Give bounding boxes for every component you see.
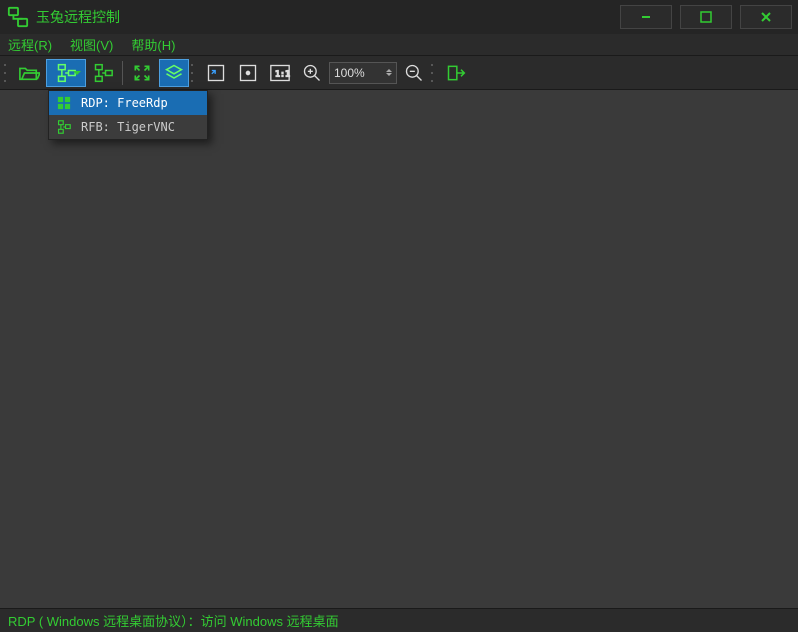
network-icon	[55, 120, 73, 134]
close-button[interactable]	[740, 5, 792, 29]
dropdown-item-label: RDP: FreeRdp	[81, 96, 168, 110]
toolbar-grip	[191, 61, 197, 85]
minimize-button[interactable]	[620, 5, 672, 29]
toolbar-separator	[122, 61, 123, 85]
menu-view[interactable]: 视图(V)	[70, 35, 113, 54]
dropdown-item-label: RFB: TigerVNC	[81, 120, 175, 134]
actual-size-button[interactable]	[233, 59, 263, 87]
layers-button[interactable]	[159, 59, 189, 87]
window-controls	[620, 5, 792, 29]
zoom-input[interactable]: 100%	[329, 62, 397, 84]
app-icon	[6, 5, 30, 29]
titlebar: 玉兔远程控制	[0, 0, 798, 34]
menu-remote[interactable]: 远程(R)	[8, 35, 52, 54]
content-area: RDP: FreeRdp RFB: TigerVNC	[0, 90, 798, 608]
app-title: 玉兔远程控制	[36, 7, 120, 27]
menubar: 远程(R) 视图(V) 帮助(H)	[0, 34, 798, 56]
toolbar-grip	[431, 61, 437, 85]
status-text: RDP ( Windows 远程桌面协议）：访问 Windows 远程桌面	[8, 611, 339, 630]
maximize-button[interactable]	[680, 5, 732, 29]
fit-window-button[interactable]	[201, 59, 231, 87]
zoom-in-button[interactable]	[297, 59, 327, 87]
statusbar: RDP ( Windows 远程桌面协议）：访问 Windows 远程桌面	[0, 608, 798, 632]
zoom-value: 100%	[334, 66, 365, 80]
one-to-one-button[interactable]: 1:1	[265, 59, 295, 87]
chevron-down-icon	[73, 71, 81, 75]
fullscreen-button[interactable]	[127, 59, 157, 87]
new-connection-dropdown[interactable]	[46, 59, 86, 87]
dropdown-item-rfb[interactable]: RFB: TigerVNC	[49, 115, 207, 139]
connections-button[interactable]	[88, 59, 118, 87]
zoom-out-button[interactable]	[399, 59, 429, 87]
connection-type-dropdown: RDP: FreeRdp RFB: TigerVNC	[48, 90, 208, 140]
exit-button[interactable]	[441, 59, 471, 87]
toolbar: 1:1 100%	[0, 56, 798, 90]
dropdown-item-rdp[interactable]: RDP: FreeRdp	[49, 91, 207, 115]
open-connection-button[interactable]	[14, 59, 44, 87]
toolbar-grip	[4, 61, 10, 85]
windows-icon	[55, 96, 73, 110]
zoom-spinner[interactable]	[386, 69, 392, 76]
svg-text:1:1: 1:1	[275, 68, 290, 78]
menu-help[interactable]: 帮助(H)	[131, 35, 175, 54]
